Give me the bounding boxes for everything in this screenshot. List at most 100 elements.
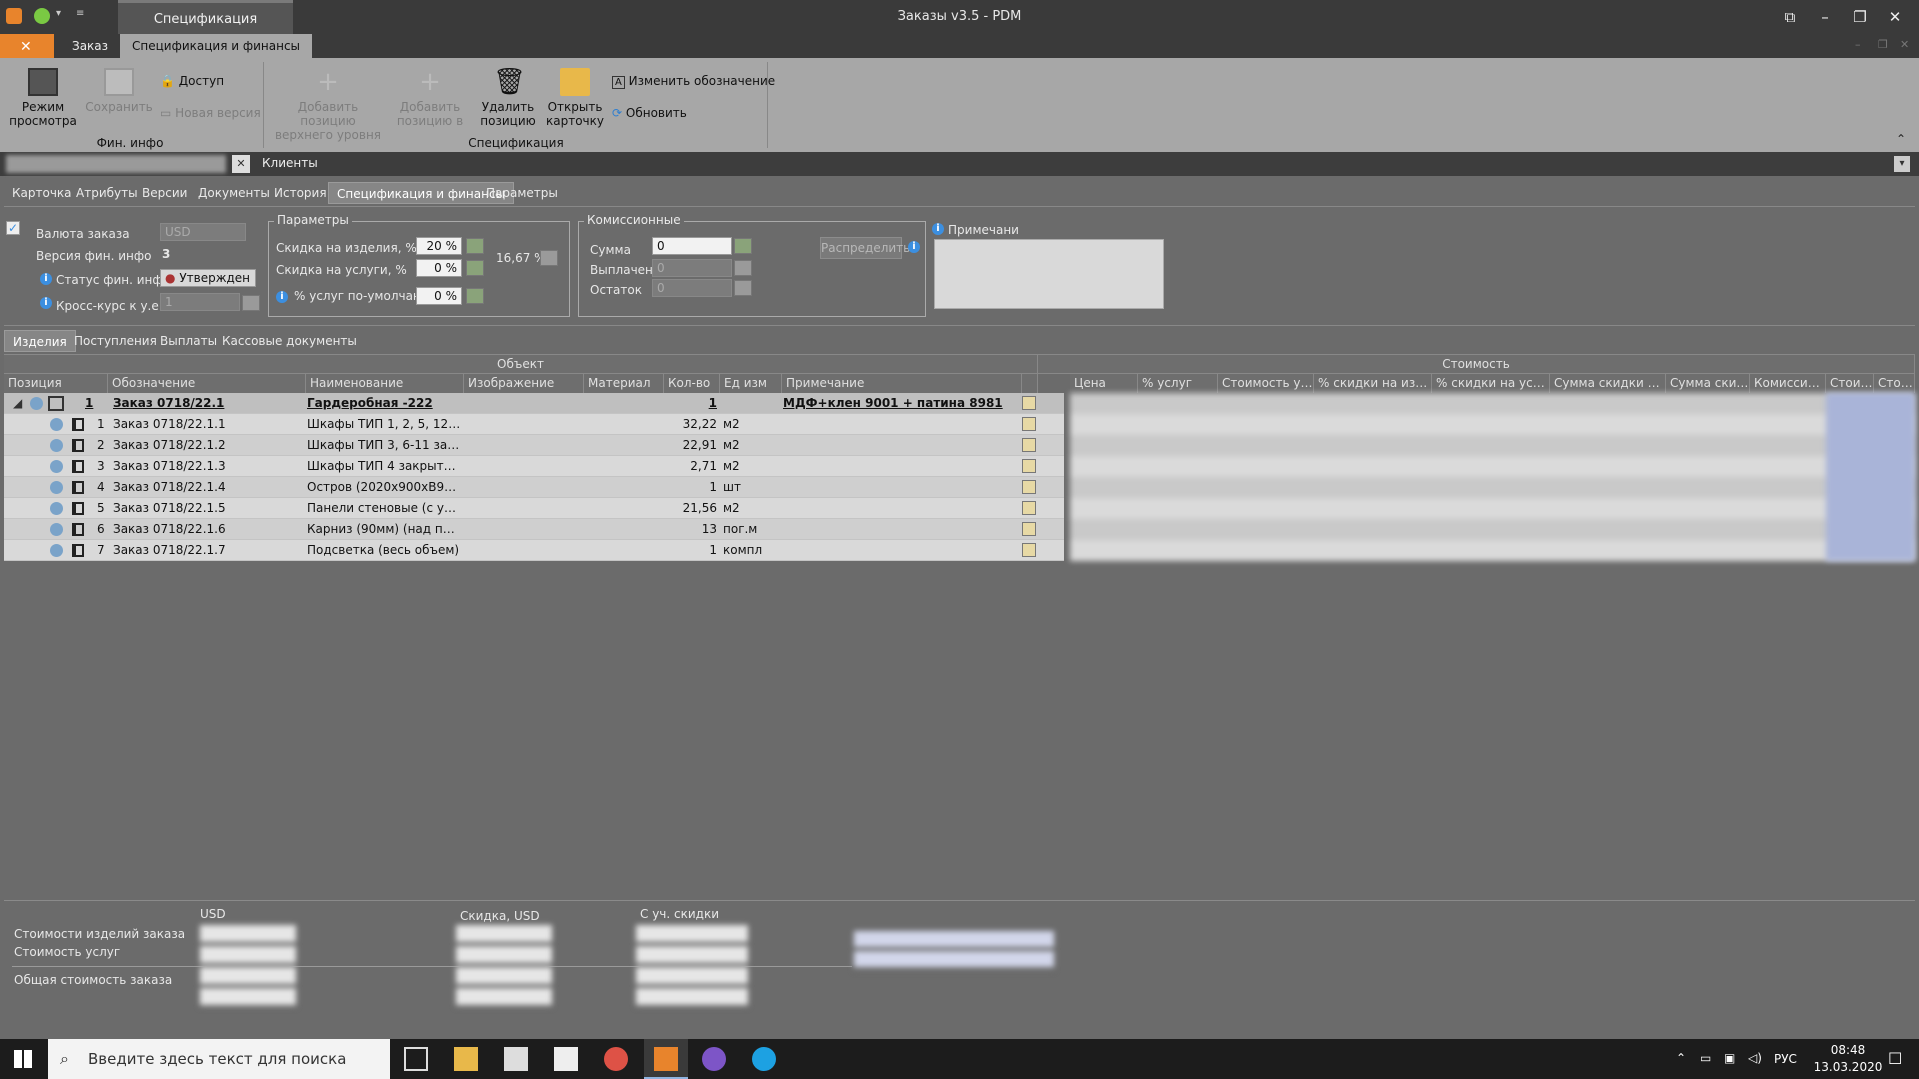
calculator-icon[interactable] xyxy=(540,250,558,266)
open-card-button[interactable]: Открыть карточку xyxy=(544,68,606,128)
pdm-app-taskbar-button[interactable] xyxy=(644,1039,688,1079)
col-services-cost[interactable]: Стоимость услуг xyxy=(1218,374,1314,393)
edit-note-icon[interactable] xyxy=(1022,543,1036,557)
row-name[interactable]: Шкафы ТИП 4 закрытые со ... xyxy=(304,456,464,477)
row-code[interactable]: Заказ 0718/22.1.1 xyxy=(110,414,229,435)
col-discount-items-sum[interactable]: Сумма скидки на и... xyxy=(1550,374,1666,393)
edit-note-icon[interactable] xyxy=(1022,501,1036,515)
default-services-field[interactable]: 0 % xyxy=(416,287,462,305)
mail-icon[interactable] xyxy=(554,1047,578,1071)
network-icon[interactable]: ▣ xyxy=(1724,1051,1735,1065)
fin-status-select[interactable]: ● Утвержден xyxy=(160,269,256,287)
calculator-icon[interactable] xyxy=(734,260,752,276)
close-tab-icon[interactable]: ✕ xyxy=(232,155,250,173)
minimize-button[interactable]: – xyxy=(1810,5,1840,29)
edit-note-icon[interactable] xyxy=(1022,522,1036,536)
row-name[interactable]: Подсветка (весь объем) xyxy=(304,540,464,561)
edit-note-icon[interactable] xyxy=(1022,417,1036,431)
collapse-ribbon-icon[interactable]: ⌃ xyxy=(1896,132,1906,146)
table-row[interactable]: 4 Заказ 0718/22.1.4 Остров (2020х900хВ92… xyxy=(4,477,1064,498)
col-position[interactable]: Позиция xyxy=(4,374,108,393)
taskbar-search-input[interactable]: Введите здесь текст для поиска xyxy=(48,1039,390,1079)
currency-field[interactable]: USD xyxy=(160,223,246,241)
chrome-icon[interactable] xyxy=(604,1047,628,1071)
calculator-icon[interactable] xyxy=(242,295,260,311)
task-view-icon[interactable] xyxy=(404,1047,428,1071)
app-menu-button[interactable]: ✕ xyxy=(0,34,54,58)
tab-documents[interactable]: Документы xyxy=(190,182,278,204)
save-button[interactable]: Сохранить xyxy=(84,68,154,114)
row-name[interactable]: Панели стеновые (с учето... xyxy=(304,498,464,519)
row-code[interactable]: Заказ 0718/22.1.7 xyxy=(110,540,229,561)
row-code[interactable]: Заказ 0718/22.1.3 xyxy=(110,456,229,477)
refresh-button[interactable]: ⟳ Обновить xyxy=(612,104,687,122)
skype-icon[interactable] xyxy=(752,1047,776,1071)
add-position-in-button[interactable]: + Добавить позицию в xyxy=(392,68,468,128)
language-indicator[interactable]: РУС xyxy=(1774,1052,1797,1066)
row-name[interactable]: Карниз (90мм) (над панеля... xyxy=(304,519,464,540)
col-discount-services-pct[interactable]: % скидки на услуги xyxy=(1432,374,1550,393)
add-top-level-button[interactable]: + Добавить позицию верхнего уровня xyxy=(272,68,384,142)
row-code[interactable]: Заказ 0718/22.1 xyxy=(110,393,227,414)
tabs-dropdown-icon[interactable]: ▾ xyxy=(1894,156,1910,172)
battery-icon[interactable]: ▭ xyxy=(1700,1051,1711,1065)
inner-minimize-icon[interactable]: – xyxy=(1855,38,1861,51)
discount-services-field[interactable]: 0 % xyxy=(416,259,462,277)
row-name[interactable]: Шкафы ТИП 1, 2, 5, 12 закр... xyxy=(304,414,464,435)
table-row[interactable]: 1 Заказ 0718/22.1.1 Шкафы ТИП 1, 2, 5, 1… xyxy=(4,414,1064,435)
table-row[interactable]: 2 Заказ 0718/22.1.2 Шкафы ТИП 3, 6-11 за… xyxy=(4,435,1064,456)
enabled-checkbox[interactable]: ✓ xyxy=(6,221,20,235)
calculator-icon[interactable] xyxy=(466,260,484,276)
table-row[interactable]: 3 Заказ 0718/22.1.3 Шкафы ТИП 4 закрытые… xyxy=(4,456,1064,477)
notes-textarea[interactable] xyxy=(934,239,1164,309)
edit-note-icon[interactable] xyxy=(1022,438,1036,452)
calculator-icon[interactable] xyxy=(734,280,752,296)
distribute-button[interactable]: Распределить xyxy=(820,237,910,259)
calculator-icon[interactable] xyxy=(466,288,484,304)
col-code[interactable]: Обозначение xyxy=(108,374,306,393)
delete-position-button[interactable]: 🗑 Удалить позицию xyxy=(476,68,540,128)
calculator-icon[interactable] xyxy=(466,238,484,254)
table-row[interactable]: 7 Заказ 0718/22.1.7 Подсветка (весь объе… xyxy=(4,540,1064,561)
document-tab-clients[interactable]: Клиенты xyxy=(262,156,318,170)
row-code[interactable]: Заказ 0718/22.1.2 xyxy=(110,435,229,456)
new-version-button[interactable]: ▭ Новая версия xyxy=(160,104,261,122)
tab-parameters[interactable]: Параметры xyxy=(478,182,566,204)
table-row[interactable]: ◢ 1 Заказ 0718/22.1 Гардеробная -222 1 М… xyxy=(4,393,1064,414)
store-icon[interactable] xyxy=(504,1047,528,1071)
expand-icon[interactable]: ◢ xyxy=(10,393,25,414)
row-code[interactable]: Заказ 0718/22.1.5 xyxy=(110,498,229,519)
edit-note-icon[interactable] xyxy=(1022,459,1036,473)
commission-paid-field[interactable]: 0 xyxy=(652,259,732,277)
col-material[interactable]: Материал xyxy=(584,374,664,393)
tab-receipts[interactable]: Поступления xyxy=(66,330,165,352)
tab-versions[interactable]: Версии xyxy=(134,182,195,204)
document-tab-order[interactable] xyxy=(6,155,226,173)
edit-note-icon[interactable] xyxy=(1022,396,1036,410)
ribbon-tab-order[interactable]: Заказ xyxy=(60,34,120,58)
col-discount-items-pct[interactable]: % скидки на изделия xyxy=(1314,374,1432,393)
col-services-pct[interactable]: % услуг xyxy=(1138,374,1218,393)
col-commission[interactable]: Комиссион... xyxy=(1750,374,1826,393)
col-discount-services-sum[interactable]: Сумма скидк... xyxy=(1666,374,1750,393)
col-qty[interactable]: Кол-во xyxy=(664,374,720,393)
col-image[interactable]: Изображение xyxy=(464,374,584,393)
discount-items-field[interactable]: 20 % xyxy=(416,237,462,255)
table-row[interactable]: 5 Заказ 0718/22.1.5 Панели стеновые (с у… xyxy=(4,498,1064,519)
tab-history[interactable]: История xyxy=(266,182,335,204)
edit-note-icon[interactable] xyxy=(1022,480,1036,494)
viber-icon[interactable] xyxy=(702,1047,726,1071)
volume-icon[interactable]: ◁) xyxy=(1748,1051,1762,1065)
row-name[interactable]: Шкафы ТИП 3, 6-11 закрыт... xyxy=(304,435,464,456)
col-cost-2[interactable]: Стои... xyxy=(1874,374,1915,393)
cross-rate-field[interactable]: 1 xyxy=(160,293,240,311)
col-unit[interactable]: Ед изм xyxy=(720,374,782,393)
notifications-icon[interactable]: ☐ xyxy=(1888,1049,1902,1068)
tab-items[interactable]: Изделия xyxy=(4,330,76,352)
rename-button[interactable]: A Изменить обозначение xyxy=(612,72,775,90)
table-row[interactable]: 6 Заказ 0718/22.1.6 Карниз (90мм) (над п… xyxy=(4,519,1064,540)
close-button[interactable]: ✕ xyxy=(1880,5,1910,29)
col-note[interactable]: Примечание xyxy=(782,374,1022,393)
row-code[interactable]: Заказ 0718/22.1.6 xyxy=(110,519,229,540)
tray-expand-icon[interactable]: ⌃ xyxy=(1676,1051,1686,1065)
